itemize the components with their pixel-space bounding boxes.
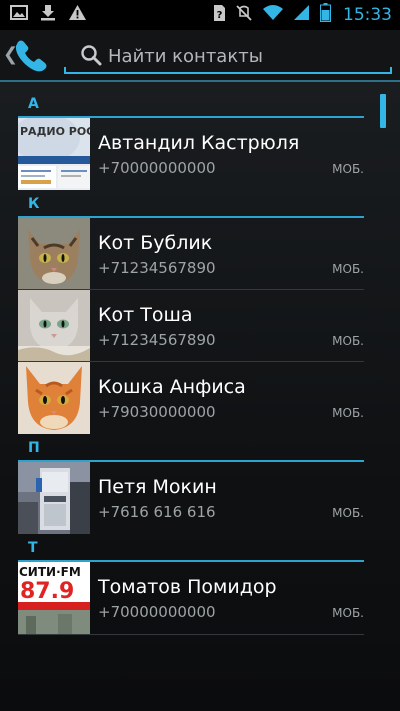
contact-phone: +70000000000: [98, 159, 216, 177]
list-divider: [18, 634, 364, 635]
ginger-cat-thumbnail: [18, 362, 90, 434]
contact-name: Кошка Анфиса: [98, 376, 246, 398]
radio-rossii-thumbnail: РАДИО РОССИИ: [18, 118, 90, 190]
phone-type-label: МОБ.: [332, 606, 364, 620]
contact-photo: [18, 218, 90, 290]
contact-photo: [18, 362, 90, 434]
scrollbar[interactable]: [380, 94, 386, 128]
search-icon[interactable]: [80, 44, 102, 70]
contact-photo: [18, 462, 90, 534]
contact-item[interactable]: Кот Бублик +71234567890 МОБ.: [18, 218, 364, 290]
contact-name: Автандил Кастрюля: [98, 132, 300, 154]
thumbnail-text: СИТИ·FM: [19, 565, 81, 579]
contact-item[interactable]: СИТИ·FM 87.9 Томатов Помидор +7000000000…: [18, 562, 364, 634]
image-icon: [10, 5, 28, 24]
status-bar: ? 15:33: [0, 0, 400, 30]
section-letter: К: [28, 196, 40, 212]
contact-name: Кот Бублик: [98, 232, 213, 254]
section-header: А: [18, 92, 364, 118]
water-cooler-thumbnail: [18, 462, 90, 534]
sim-icon: ?: [213, 4, 226, 26]
search-bar[interactable]: [64, 38, 392, 74]
contact-name: Томатов Помидор: [98, 576, 277, 598]
contact-name: Кот Тоша: [98, 304, 193, 326]
contact-item[interactable]: РАДИО РОССИИ Автандил Кастрюля +70000000…: [18, 118, 364, 190]
contact-phone: +71234567890: [98, 331, 216, 349]
thumbnail-text: 87.9: [20, 579, 74, 604]
citi-fm-thumbnail: СИТИ·FM 87.9: [18, 562, 90, 634]
wifi-icon: [262, 4, 284, 25]
contact-phone: +79030000000: [98, 403, 216, 421]
phone-type-label: МОБ.: [332, 334, 364, 348]
grey-cat-thumbnail: [18, 290, 90, 362]
tabby-cat-thumbnail: [18, 218, 90, 290]
phone-type-label: МОБ.: [332, 406, 364, 420]
download-icon: [40, 4, 56, 25]
contact-item[interactable]: Кот Тоша +71234567890 МОБ.: [18, 290, 364, 362]
contact-phone: +71234567890: [98, 259, 216, 277]
section-letter: П: [28, 440, 40, 456]
contact-item[interactable]: Петя Мокин +7616 616 616 МОБ.: [18, 462, 364, 534]
svg-text:?: ?: [217, 10, 223, 21]
signal-icon: [294, 4, 310, 25]
section-header: К: [18, 192, 364, 218]
silent-icon: [236, 4, 252, 26]
contact-phone: +7616 616 616: [98, 503, 216, 521]
clock: 15:33: [343, 4, 392, 25]
section-letter: Т: [28, 540, 38, 556]
thumbnail-text: РАДИО РОССИИ: [20, 125, 90, 138]
section-header: П: [18, 436, 364, 462]
phone-icon[interactable]: [13, 38, 49, 76]
phone-type-label: МОБ.: [332, 506, 364, 520]
phone-type-label: МОБ.: [332, 162, 364, 176]
contact-phone: +70000000000: [98, 603, 216, 621]
contact-name: Петя Мокин: [98, 476, 217, 498]
search-underline: [64, 67, 392, 74]
battery-icon: [320, 3, 331, 26]
warning-icon: [68, 4, 87, 25]
phone-type-label: МОБ.: [332, 262, 364, 276]
section-letter: А: [28, 96, 39, 112]
contact-item[interactable]: Кошка Анфиса +79030000000 МОБ.: [18, 362, 364, 434]
search-input[interactable]: [108, 43, 378, 69]
section-header: Т: [18, 536, 364, 562]
contact-photo: РАДИО РОССИИ: [18, 118, 90, 190]
contact-photo: [18, 290, 90, 362]
contact-photo: СИТИ·FM 87.9: [18, 562, 90, 634]
